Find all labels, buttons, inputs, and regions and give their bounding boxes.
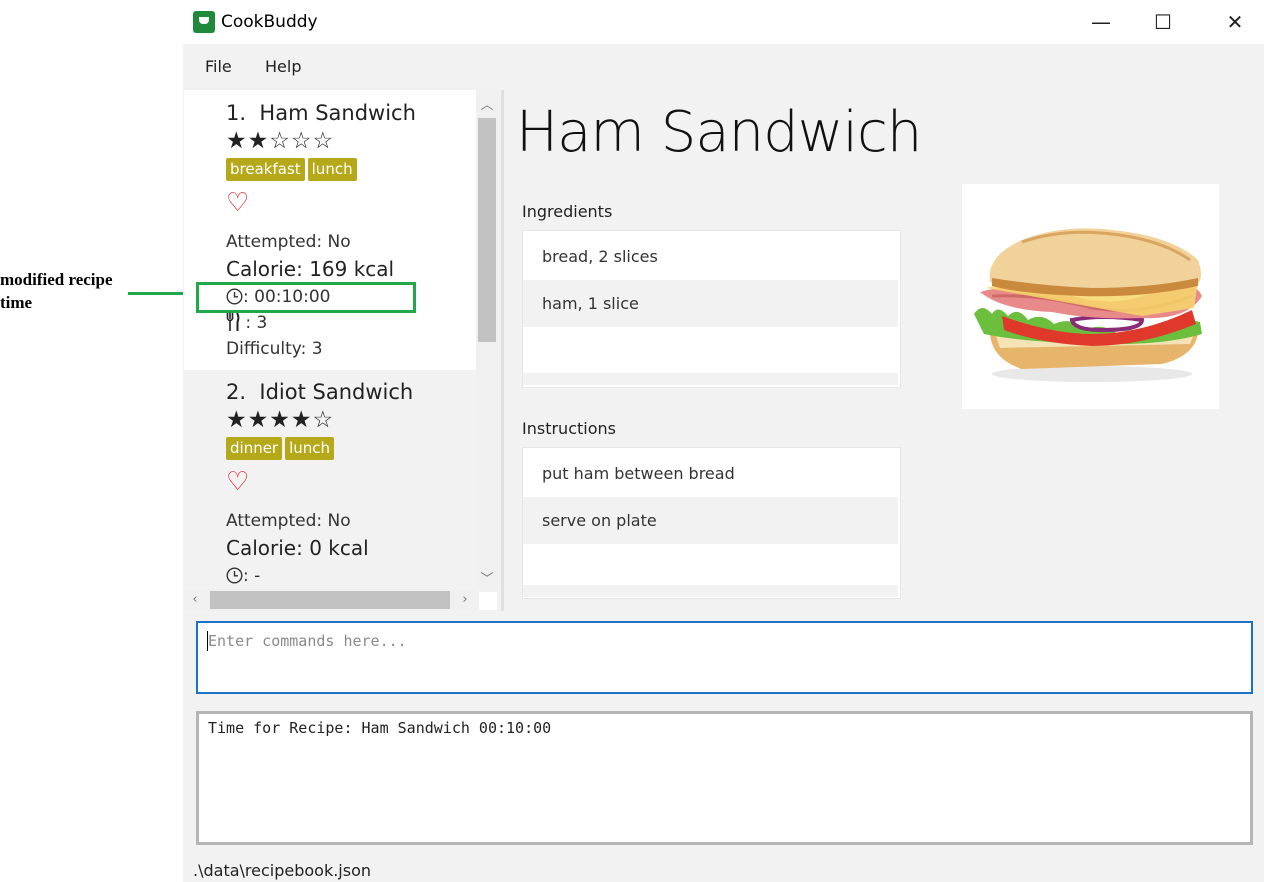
command-input[interactable] [206,629,1238,653]
tag-badge: dinner [226,437,283,460]
menu-file[interactable]: File [205,57,232,76]
recipe-image [962,184,1219,409]
sandwich-image [974,228,1202,382]
scroll-right-icon[interactable]: › [454,592,476,607]
recipe-card[interactable]: 1. Ham Sandwich ★★☆☆☆ breakfast lunch ♡ … [184,90,476,370]
menu-help[interactable]: Help [265,57,301,76]
list-item[interactable]: bread, 2 slices [523,233,898,280]
list-scrollbar[interactable] [523,585,898,597]
list-scrollbar[interactable] [523,373,898,385]
heart-icon[interactable]: ♡ [226,467,249,497]
annotation-line-1: modified recipe [0,270,113,289]
scroll-up-icon[interactable]: ︿ [476,94,498,113]
close-button[interactable]: ✕ [1213,8,1257,36]
scroll-thumb[interactable] [478,118,496,342]
result-display[interactable]: Time for Recipe: Ham Sandwich 00:10:00 [196,711,1253,845]
window-title: CookBuddy [221,12,318,32]
list-item[interactable]: put ham between bread [523,450,898,497]
result-message: Time for Recipe: Ham Sandwich 00:10:00 [208,719,552,737]
attempted-status: Attempted: No [226,511,351,531]
clock-icon [226,567,243,584]
annotation-highlight-box [196,282,416,313]
calorie-value: Calorie: 169 kcal [226,257,395,281]
tag-badge: lunch [285,437,335,460]
scroll-left-icon[interactable]: ‹ [184,592,206,607]
app-window: CookBuddy — ☐ ✕ File Help 1. Ham Sandwic… [183,0,1264,882]
title-bar: CookBuddy — ☐ ✕ [183,0,1264,44]
recipe-title: 1. Ham Sandwich [226,101,416,125]
tag-badge: lunch [307,158,357,181]
recipe-detail-title: Ham Sandwich [516,100,922,165]
list-item[interactable]: serve on plate [523,497,898,544]
pane-divider[interactable] [501,90,504,611]
scroll-thumb[interactable] [210,591,450,609]
annotation-label: modified recipe time [0,268,150,314]
cutlery-icon [226,312,240,331]
recipe-list[interactable]: 1. Ham Sandwich ★★☆☆☆ breakfast lunch ♡ … [184,90,476,611]
servings-value: : 3 [226,312,267,333]
ingredients-list[interactable]: bread, 2 slices ham, 1 slice [522,230,901,388]
instructions-label: Instructions [522,419,616,438]
rating-stars: ★★☆☆☆ [226,128,335,154]
tag-list: breakfast lunch [226,158,357,181]
time-value: : - [226,566,260,586]
tag-badge: breakfast [226,158,305,181]
minimize-button[interactable]: — [1079,8,1123,36]
heart-icon[interactable]: ♡ [226,188,249,218]
chef-hat-icon [193,11,215,33]
tag-list: dinner lunch [226,437,335,460]
instructions-list[interactable]: put ham between bread serve on plate [522,447,901,599]
recipe-title: 2. Idiot Sandwich [226,380,414,404]
text-caret [207,631,208,651]
scroll-down-icon[interactable]: ﹀ [476,568,498,587]
list-horizontal-scrollbar[interactable]: ‹ › [184,589,476,611]
list-item[interactable]: ham, 1 slice [523,280,898,327]
command-box[interactable] [196,621,1253,694]
scroll-corner [479,592,497,610]
attempted-status: Attempted: No [226,232,351,252]
status-bar-path: .\data\recipebook.json [193,861,372,880]
calorie-value: Calorie: 0 kcal [226,536,369,560]
menu-bar: File Help [183,44,1264,88]
recipe-card[interactable]: 2. Idiot Sandwich ★★★★☆ dinner lunch ♡ A… [184,370,476,611]
maximize-button[interactable]: ☐ [1141,8,1185,36]
ingredients-label: Ingredients [522,202,613,221]
difficulty-value: Difficulty: 3 [226,339,323,359]
list-vertical-scrollbar[interactable]: ︿ ﹀ [476,90,498,589]
rating-stars: ★★★★☆ [226,407,335,433]
